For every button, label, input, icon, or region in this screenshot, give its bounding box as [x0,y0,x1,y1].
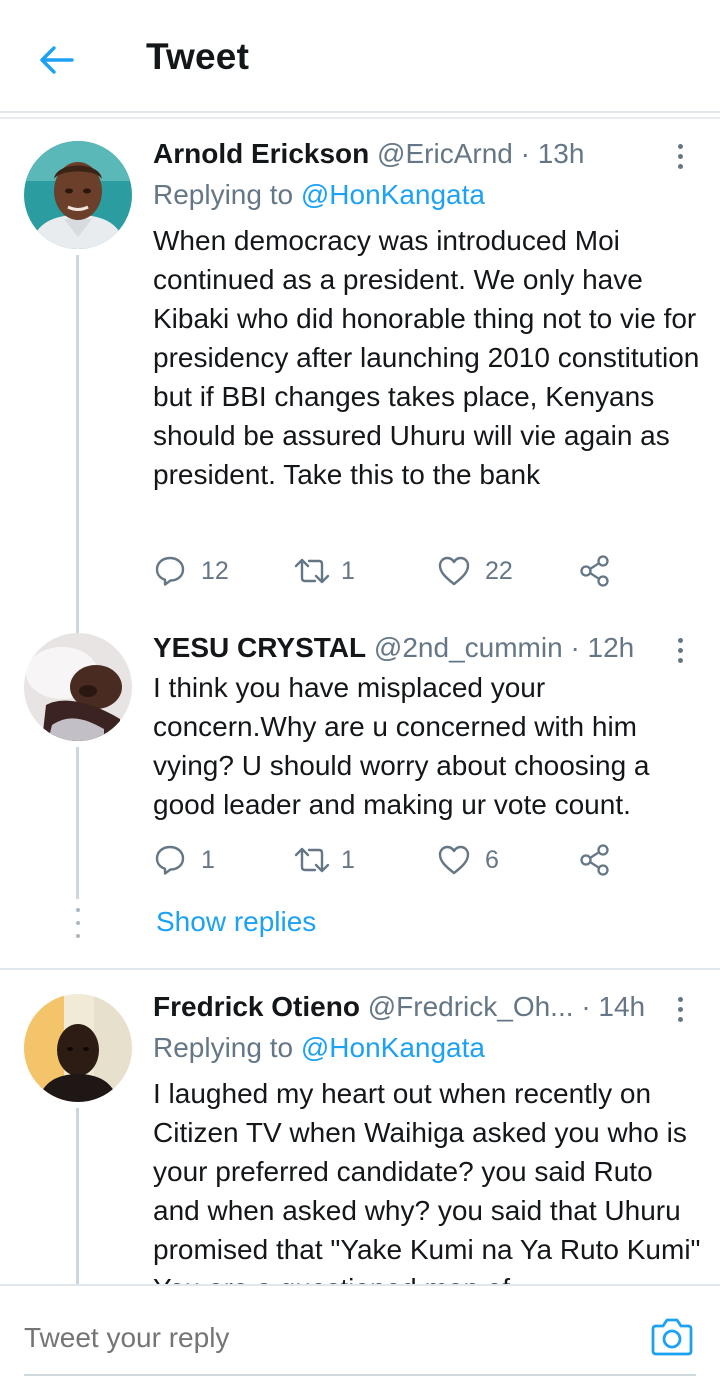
display-name[interactable]: Arnold Erickson [153,138,369,169]
tweet-text: I think you have misplaced your concern.… [153,672,650,820]
reply-icon [155,556,185,586]
camera-icon [651,1318,693,1356]
reply-icon [155,845,185,875]
share-icon [580,844,609,876]
avatar[interactable] [24,994,132,1102]
thread-line [76,747,79,899]
avatar[interactable] [24,141,132,249]
page-title: Tweet [146,36,250,77]
top-app-bar: Tweet [0,0,720,119]
like-count: 22 [485,556,513,585]
replying-to-handle[interactable]: @HonKangata [301,179,485,210]
like-button[interactable]: 22 [437,551,513,591]
share-button[interactable] [578,840,612,880]
show-replies-link[interactable]: Show replies [156,906,316,938]
arrow-left-icon [40,46,74,74]
user-handle[interactable]: @Fredrick_Oh... [368,991,574,1022]
tweet-actions: 1 1 6 [153,840,693,880]
thread-line [76,255,79,633]
timestamp: · 13h [520,138,585,169]
more-options-button[interactable] [666,992,694,1026]
reply-input-underline [24,1374,696,1376]
tweet-text: When democracy was introduced Moi contin… [153,225,700,490]
reply-button[interactable]: 1 [153,840,215,880]
retweet-count: 1 [341,556,355,585]
like-button[interactable]: 6 [437,840,499,880]
replying-to: Replying to @HonKangata [153,1031,485,1065]
tweet-header: YESU CRYSTAL @2nd_cummin · 12h [153,631,634,665]
reply-count: 1 [201,845,215,874]
reply-composer-bar [0,1284,720,1381]
reply-count: 12 [201,556,229,585]
share-icon [580,555,609,587]
like-count: 6 [485,845,499,874]
timestamp: · 14h [581,991,646,1022]
user-handle[interactable]: @EricArnd [377,138,513,169]
retweet-icon [294,558,330,584]
reply-input[interactable] [24,1322,584,1354]
more-options-button[interactable] [666,633,694,667]
camera-button[interactable] [650,1316,694,1358]
timestamp: · 12h [570,632,635,663]
replying-to-label: Replying to [153,179,294,210]
reply-button[interactable]: 12 [153,551,229,591]
display-name[interactable]: Fredrick Otieno [153,991,360,1022]
tweet-yesu-crystal[interactable]: YESU CRYSTAL @2nd_cummin · 12h I think y… [0,631,720,968]
retweet-button[interactable]: 1 [293,840,355,880]
retweet-count: 1 [341,845,355,874]
back-button[interactable] [30,36,82,84]
thread-line [76,1108,79,1284]
user-handle[interactable]: @2nd_cummin [374,632,563,663]
heart-icon [438,556,470,586]
more-options-button[interactable] [666,139,694,173]
avatar[interactable] [24,633,132,741]
tweet-actions: 12 1 22 [153,551,693,591]
retweet-button[interactable]: 1 [293,551,355,591]
tweet-fredrick-otieno[interactable]: Fredrick Otieno @Fredrick_Oh... · 14h Re… [0,970,720,1284]
replying-to-handle[interactable]: @HonKangata [301,1032,485,1063]
replying-to-label: Replying to [153,1032,294,1063]
tweet-arnold-erickson[interactable]: Arnold Erickson @EricArnd · 13h Replying… [0,119,720,633]
tweet-header: Arnold Erickson @EricArnd · 13h [153,137,584,171]
heart-icon [438,845,470,875]
share-button[interactable] [578,551,612,591]
more-replies-dots-icon [74,908,82,938]
display-name[interactable]: YESU CRYSTAL [153,632,366,663]
tweet-text: I laughed my heart out when recently on … [153,1078,701,1284]
header-divider [0,111,720,113]
tweet-header: Fredrick Otieno @Fredrick_Oh... · 14h [153,990,645,1024]
retweet-icon [294,847,330,873]
replying-to: Replying to @HonKangata [153,178,485,212]
